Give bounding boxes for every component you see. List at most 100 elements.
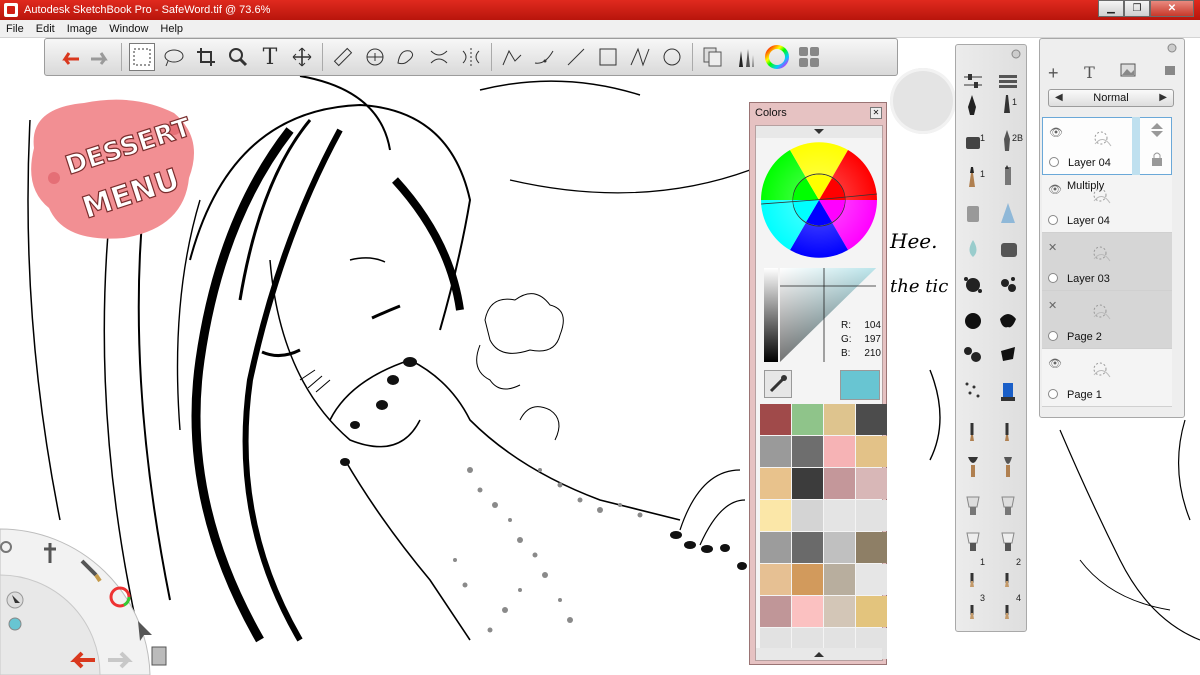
current-color-swatch[interactable]: [840, 370, 880, 400]
brush-settings-icon[interactable]: [961, 67, 985, 91]
close-icon[interactable]: ✕: [870, 107, 882, 119]
color-swatch[interactable]: [792, 500, 823, 531]
color-swatch[interactable]: [824, 468, 855, 499]
brush-preset-icon[interactable]: [961, 273, 985, 297]
g-value[interactable]: 197: [864, 334, 881, 345]
layer-radio[interactable]: [1048, 389, 1058, 399]
menu-image[interactable]: Image: [61, 23, 104, 35]
curve-stroke-icon[interactable]: [531, 43, 557, 71]
brush-preset-icon[interactable]: [996, 343, 1020, 367]
move-icon[interactable]: [289, 43, 315, 71]
text-icon[interactable]: T: [257, 43, 283, 71]
layer-radio[interactable]: [1048, 215, 1058, 225]
color-swatch[interactable]: [856, 564, 887, 595]
brush-preset-icon[interactable]: [996, 309, 1020, 333]
color-wheel[interactable]: [756, 142, 882, 264]
color-swatch[interactable]: [824, 500, 855, 531]
ellipse-guide-icon[interactable]: [362, 43, 388, 71]
brush-preset-icon[interactable]: [996, 379, 1020, 403]
rectangle-icon[interactable]: [595, 43, 621, 71]
cursor-icon[interactable]: [6, 591, 24, 609]
color-swatch[interactable]: [824, 532, 855, 563]
color-swatch[interactable]: [824, 436, 855, 467]
eye-icon[interactable]: 👁: [1048, 183, 1062, 196]
color-swatch[interactable]: [824, 596, 855, 627]
color-swatch[interactable]: [824, 404, 855, 435]
layer-row[interactable]: 👁 Multiply Layer 04: [1042, 175, 1172, 233]
menu-file[interactable]: File: [0, 23, 30, 35]
expand-icon[interactable]: [756, 648, 882, 660]
brush-preset-icon[interactable]: [996, 201, 1020, 225]
zoom-icon[interactable]: [225, 43, 251, 71]
current-color-dot[interactable]: [8, 617, 22, 631]
circle-icon[interactable]: [659, 43, 685, 71]
redo-icon[interactable]: [88, 43, 114, 71]
color-swatch[interactable]: [856, 468, 887, 499]
layer-move-icon[interactable]: [1148, 121, 1166, 142]
polyline-icon[interactable]: [627, 43, 653, 71]
brush-preset-icon[interactable]: [996, 419, 1020, 443]
brush-preset-icon[interactable]: [961, 237, 985, 261]
color-swatch[interactable]: [760, 404, 791, 435]
color-swatch[interactable]: [856, 404, 887, 435]
color-swatch[interactable]: [760, 532, 791, 563]
layer-opacity-slider[interactable]: [1132, 117, 1140, 175]
copy-paste-icon[interactable]: [700, 43, 726, 71]
layer-lock-icon[interactable]: [1150, 151, 1164, 170]
lagoon-select-icon[interactable]: [138, 621, 152, 641]
color-swatch[interactable]: [760, 596, 791, 627]
color-wheel-icon[interactable]: [764, 43, 790, 71]
brush-preset-icon[interactable]: [961, 201, 985, 225]
menu-help[interactable]: Help: [154, 23, 189, 35]
color-swatch[interactable]: [792, 404, 823, 435]
brush-preset-icon[interactable]: [961, 309, 985, 333]
brush-preset-icon[interactable]: [996, 165, 1020, 189]
maximize-button[interactable]: ❐: [1124, 0, 1150, 17]
menu-edit[interactable]: Edit: [30, 23, 61, 35]
color-swatch[interactable]: [856, 596, 887, 627]
brush-library-icon[interactable]: [996, 67, 1020, 91]
b-value[interactable]: 210: [864, 348, 881, 359]
color-swatch[interactable]: [760, 500, 791, 531]
layer-radio[interactable]: [1048, 273, 1058, 283]
color-swatch[interactable]: [856, 436, 887, 467]
hidden-eye-icon[interactable]: ✕: [1048, 241, 1057, 254]
brush-preset-icon[interactable]: [961, 493, 985, 517]
brush-preset-icon[interactable]: [961, 529, 985, 553]
add-text-layer-icon[interactable]: T: [1084, 63, 1095, 84]
pen-puck-circle[interactable]: [890, 68, 956, 134]
color-swatch[interactable]: [792, 436, 823, 467]
french-curve-icon[interactable]: [394, 43, 420, 71]
brush-preset-icon[interactable]: [961, 455, 985, 479]
color-swatch[interactable]: [760, 564, 791, 595]
brush-preset-icon[interactable]: [961, 379, 985, 403]
layer-row[interactable]: ✕ Page 2: [1042, 291, 1172, 349]
eye-icon[interactable]: 👁: [1049, 126, 1063, 139]
layer-eraser-icon[interactable]: [1162, 63, 1178, 84]
brush-preset-icon[interactable]: [961, 93, 985, 117]
blend-mode-selector[interactable]: ◀ Normal ▶: [1048, 89, 1174, 107]
color-swatch[interactable]: [856, 500, 887, 531]
layer-row[interactable]: ✕ Layer 03: [1042, 233, 1172, 291]
layer-radio[interactable]: [1049, 157, 1059, 167]
hidden-eye-icon[interactable]: ✕: [1048, 299, 1057, 312]
ruler-icon[interactable]: [330, 43, 356, 71]
line-stroke-icon[interactable]: [499, 43, 525, 71]
rect-select-icon[interactable]: [129, 43, 155, 71]
brush-preset-icon[interactable]: [996, 237, 1020, 261]
color-swatch[interactable]: [792, 564, 823, 595]
brush-preset-icon[interactable]: [996, 273, 1020, 297]
layer-row[interactable]: 👁 Page 1: [1042, 349, 1172, 407]
eye-icon[interactable]: 👁: [1048, 357, 1062, 370]
color-swatch[interactable]: [792, 532, 823, 563]
brush-preset-icon[interactable]: [996, 455, 1020, 479]
layer-radio[interactable]: [1048, 331, 1058, 341]
add-layer-icon[interactable]: +: [1048, 63, 1059, 84]
color-swatch[interactable]: [824, 564, 855, 595]
crop-icon[interactable]: [193, 43, 219, 71]
brush-preset-icon[interactable]: [996, 493, 1020, 517]
undo-icon[interactable]: [56, 43, 82, 71]
color-swatch[interactable]: [856, 532, 887, 563]
color-swatch[interactable]: [792, 596, 823, 627]
color-swatch[interactable]: [760, 436, 791, 467]
